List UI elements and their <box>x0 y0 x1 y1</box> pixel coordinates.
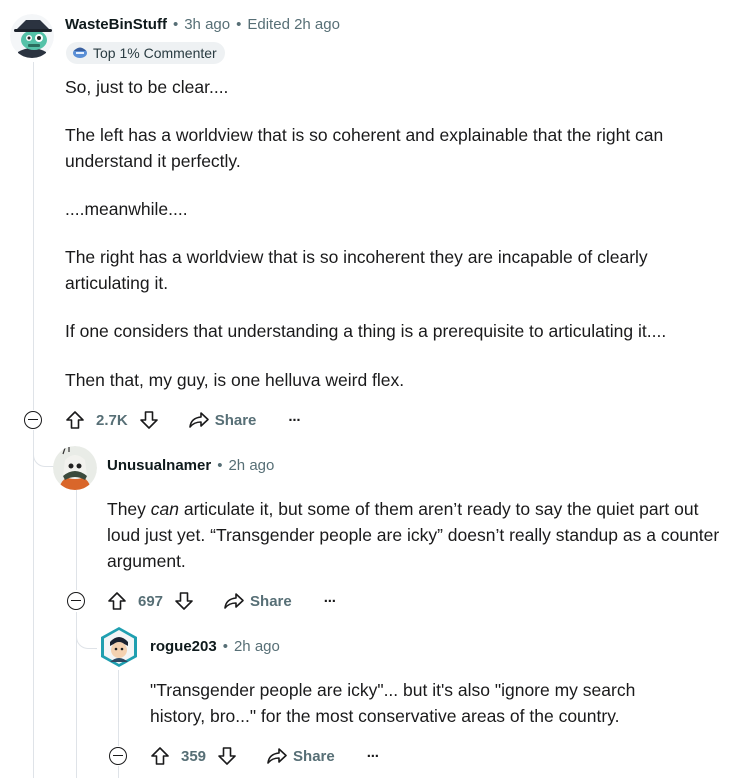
comment-meta: WasteBinStuff • 3h ago • Edited 2h ago <box>65 14 340 34</box>
upvote-icon[interactable] <box>106 590 128 612</box>
author-name[interactable]: WasteBinStuff <box>65 16 167 33</box>
comment-actions: 697 Share ··· <box>106 589 337 613</box>
vote-score: 2.7K <box>96 411 128 429</box>
emphasized-word: can <box>150 499 179 519</box>
comment-paragraph: Then that, my guy, is one helluva weird … <box>65 370 405 390</box>
badge-label: Top 1% Commenter <box>93 45 217 61</box>
upvote-icon[interactable] <box>149 745 171 767</box>
avatar[interactable] <box>98 626 140 668</box>
author-name[interactable]: rogue203 <box>150 638 217 655</box>
comment-time[interactable]: 2h ago <box>228 457 274 474</box>
more-options-button[interactable]: ··· <box>288 412 301 429</box>
avatar[interactable] <box>53 446 97 490</box>
comment-time[interactable]: 3h ago <box>184 16 230 33</box>
edited-label: Edited 2h ago <box>247 15 340 33</box>
thread-line-3[interactable] <box>118 670 119 746</box>
vote-score: 359 <box>181 747 207 765</box>
comment-actions: 2.7K Share ··· <box>64 408 301 432</box>
status-badge[interactable]: Top 1% Commenter <box>66 42 225 64</box>
author-name[interactable]: Unusualnamer <box>107 457 211 474</box>
comment-meta: rogue203 • 2h ago <box>150 636 280 656</box>
comment-paragraph: The left has a worldview that is so cohe… <box>65 125 664 171</box>
thread-elbow-1 <box>33 430 54 467</box>
comment-paragraph: "Transgender people are icky"... but it'… <box>150 680 636 726</box>
thread-elbow-2 <box>76 612 97 649</box>
share-label: Share <box>214 411 257 429</box>
comment-paragraph: So, just to be clear.... <box>65 77 229 97</box>
thread-line-1b <box>33 430 34 778</box>
collapse-icon[interactable] <box>24 411 42 429</box>
comment-paragraph: ....meanwhile.... <box>65 199 188 219</box>
separator-dot: • <box>217 456 223 474</box>
paragraph-text: articulate it, but some of them aren’t r… <box>107 499 720 571</box>
comment-paragraph: If one considers that understanding a th… <box>65 321 667 341</box>
share-button[interactable]: Share <box>223 591 292 611</box>
comment-paragraph: The right has a worldview that is so inc… <box>65 247 648 293</box>
comment-actions: 359 Share ··· <box>149 744 380 768</box>
avatar[interactable] <box>10 14 54 58</box>
share-label: Share <box>250 592 292 610</box>
upvote-icon[interactable] <box>64 409 86 431</box>
collapse-icon[interactable] <box>67 592 85 610</box>
share-button[interactable]: Share <box>266 746 335 766</box>
vote-score: 697 <box>138 592 164 610</box>
comment-paragraph: They can articulate it, but some of them… <box>107 496 727 574</box>
downvote-icon[interactable] <box>173 590 195 612</box>
separator-dot: • <box>222 637 228 655</box>
thread-line-3b <box>118 766 119 778</box>
downvote-icon[interactable] <box>138 409 160 431</box>
separator-dot: • <box>172 15 179 33</box>
share-icon <box>223 591 245 611</box>
comment-meta: Unusualnamer • 2h ago <box>107 455 274 475</box>
thread-line-2[interactable] <box>76 490 77 590</box>
more-options-button[interactable]: ··· <box>324 593 337 610</box>
thread-line-1[interactable] <box>33 62 34 410</box>
comment-time[interactable]: 2h ago <box>234 638 280 655</box>
separator-dot: • <box>236 15 242 33</box>
downvote-icon[interactable] <box>216 745 238 767</box>
share-icon <box>266 746 288 766</box>
collapse-icon[interactable] <box>109 747 127 765</box>
paragraph-prefix: They <box>107 499 151 519</box>
share-label: Share <box>293 747 335 765</box>
top-commenter-icon <box>72 45 93 62</box>
share-icon <box>188 410 210 430</box>
more-options-button[interactable]: ··· <box>367 748 380 765</box>
share-button[interactable]: Share <box>188 410 257 430</box>
